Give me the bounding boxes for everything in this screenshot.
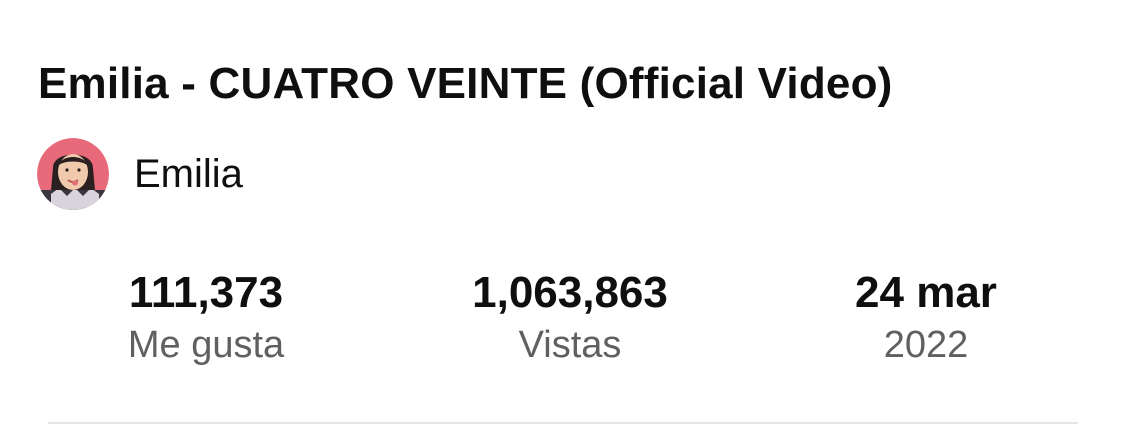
views-stat: 1,063,863 Vistas bbox=[420, 266, 720, 368]
channel-row[interactable]: Emilia bbox=[37, 138, 243, 210]
upload-date-stat: 24 mar 2022 bbox=[776, 266, 1076, 368]
avatar-icon bbox=[37, 138, 109, 210]
views-count: 1,063,863 bbox=[472, 268, 668, 317]
upload-date-day-month: 24 mar bbox=[855, 268, 997, 317]
likes-label: Me gusta bbox=[127, 324, 285, 366]
channel-name[interactable]: Emilia bbox=[134, 150, 243, 198]
likes-stat[interactable]: 111,373 Me gusta bbox=[56, 266, 356, 368]
views-label: Vistas bbox=[518, 324, 622, 366]
upload-date-year: 2022 bbox=[883, 324, 969, 366]
likes-count: 111,373 bbox=[128, 268, 284, 317]
channel-avatar[interactable] bbox=[37, 138, 109, 210]
divider bbox=[48, 422, 1078, 424]
video-title: Emilia - CUATRO VEINTE (Official Video) bbox=[38, 59, 893, 108]
